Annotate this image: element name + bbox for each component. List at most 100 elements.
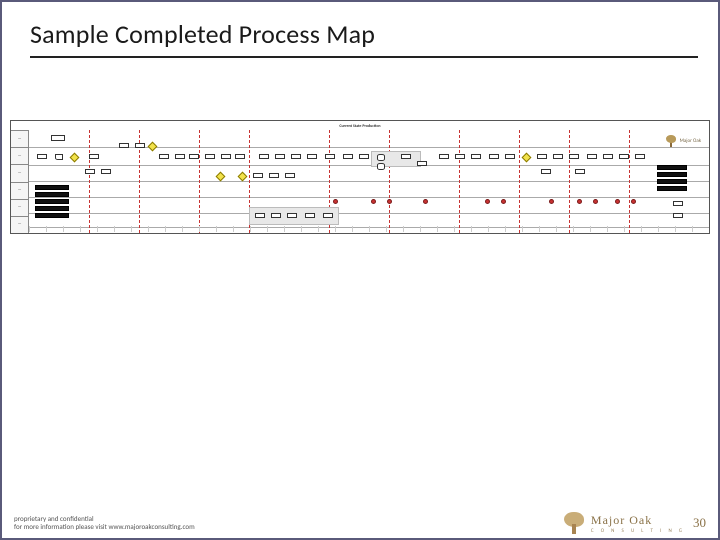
timeline-tick <box>420 226 437 232</box>
decision-diamond <box>522 153 532 163</box>
tree-icon <box>563 512 585 534</box>
timeline-tick <box>369 226 386 232</box>
process-box <box>323 213 333 218</box>
swimlane-label: — <box>11 164 29 181</box>
map-header-line1: Current State Production <box>339 124 380 129</box>
timeline-tick <box>607 226 624 232</box>
timeline-tick <box>692 226 709 232</box>
process-box <box>51 135 65 141</box>
timeline-tick <box>624 226 641 232</box>
process-box <box>619 154 629 159</box>
brand-name: Major Oak <box>591 513 685 528</box>
database-shape <box>377 163 385 170</box>
map-header: Current State Production <box>11 122 709 130</box>
timeline-tick <box>63 226 80 232</box>
process-box <box>603 154 613 159</box>
process-box <box>291 154 301 159</box>
milestone-dot <box>549 199 554 204</box>
milestone-dot <box>593 199 598 204</box>
phase-divider <box>459 130 460 233</box>
phase-divider <box>389 130 390 233</box>
map-corner-logo: Major Oak <box>665 135 701 147</box>
timeline-tick <box>301 226 318 232</box>
timeline-tick <box>658 226 675 232</box>
process-box <box>135 143 145 148</box>
process-box <box>271 213 281 218</box>
swimlane-label: — <box>11 216 29 233</box>
process-box <box>275 154 285 159</box>
timeline-tick <box>352 226 369 232</box>
timeline-tick <box>573 226 590 232</box>
process-box <box>587 154 597 159</box>
milestone-dot <box>577 199 582 204</box>
footer-text: proprietary and confidential for more in… <box>14 515 195 532</box>
process-box <box>235 154 245 159</box>
timeline-tick <box>437 226 454 232</box>
task-bar <box>35 185 69 190</box>
milestone-dot <box>501 199 506 204</box>
phase-divider <box>519 130 520 233</box>
milestone-dot <box>423 199 428 204</box>
process-box <box>253 173 263 178</box>
timeline-tick <box>675 226 692 232</box>
database-shape <box>377 154 385 161</box>
timeline-tick <box>641 226 658 232</box>
timeline-tick <box>318 226 335 232</box>
timeline-tick <box>233 226 250 232</box>
timeline-tick <box>165 226 182 232</box>
timeline-tick <box>522 226 539 232</box>
process-box <box>307 154 317 159</box>
process-box <box>175 154 185 159</box>
process-box <box>255 213 265 218</box>
timeline-tick <box>539 226 556 232</box>
process-box <box>287 213 297 218</box>
process-box <box>489 154 499 159</box>
process-box <box>205 154 215 159</box>
slide-title: Sample Completed Process Map <box>30 18 698 50</box>
timeline-tick <box>505 226 522 232</box>
milestone-dot <box>371 199 376 204</box>
timeline-tick <box>403 226 420 232</box>
process-box <box>221 154 231 159</box>
swimlane-label: — <box>11 130 29 147</box>
timeline-tick <box>46 226 63 232</box>
timeline-tick <box>488 226 505 232</box>
timeline-tick <box>29 226 46 232</box>
process-box <box>37 154 47 159</box>
process-box <box>673 201 683 206</box>
task-bar <box>657 165 687 170</box>
process-box <box>343 154 353 159</box>
milestone-dot <box>485 199 490 204</box>
lane-separator <box>29 181 709 182</box>
timeline-tick <box>250 226 267 232</box>
timeline-tick <box>556 226 573 232</box>
timeline-tick <box>335 226 352 232</box>
decision-diamond <box>238 172 248 182</box>
process-box <box>401 154 411 159</box>
process-box <box>417 161 427 166</box>
process-box <box>89 154 99 159</box>
footer-right: Major Oak C O N S U L T I N G 30 <box>563 512 706 534</box>
tree-icon <box>665 135 677 147</box>
swimlane-label: — <box>11 182 29 199</box>
process-box <box>575 169 585 174</box>
milestone-dot <box>333 199 338 204</box>
timeline-tick <box>454 226 471 232</box>
brand-logo: Major Oak C O N S U L T I N G <box>563 512 685 534</box>
document-shape <box>55 154 63 160</box>
task-bar <box>35 192 69 197</box>
process-box <box>553 154 563 159</box>
timeline-tick <box>114 226 131 232</box>
slide-footer: proprietary and confidential for more in… <box>2 508 718 538</box>
task-bar <box>657 179 687 184</box>
phase-divider <box>199 130 200 233</box>
process-box <box>189 154 199 159</box>
process-map-figure: Current State Production Major Oak — — —… <box>10 120 710 234</box>
process-box <box>285 173 295 178</box>
swimlane-labels: — — — — — — <box>11 130 29 233</box>
process-box <box>673 213 683 218</box>
footer-line2: for more information please visit www.ma… <box>14 523 195 531</box>
lane-separator <box>29 165 709 166</box>
timeline-tick <box>131 226 148 232</box>
timeline-tick <box>148 226 165 232</box>
